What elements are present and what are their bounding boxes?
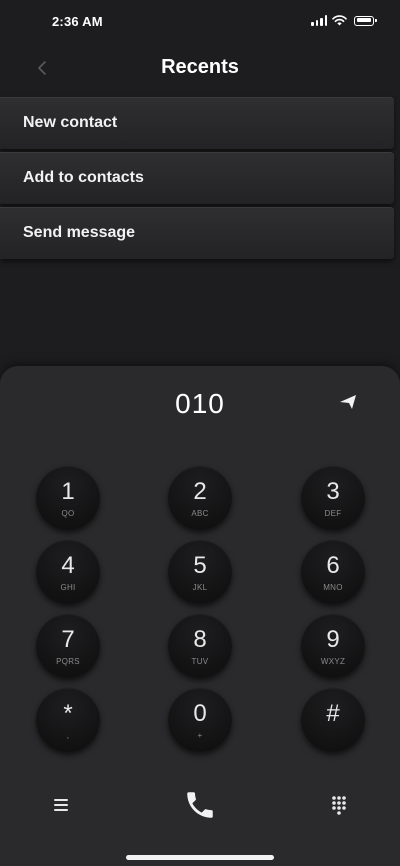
phone-icon <box>187 792 213 818</box>
key-letters: WXYZ <box>320 657 346 666</box>
key-letters: ABC <box>191 509 209 518</box>
key-1[interactable]: 1 QO <box>36 466 100 530</box>
key-digit: 4 <box>61 552 75 579</box>
key-letters: JKL <box>192 583 208 592</box>
key-letters: QO <box>61 509 75 518</box>
send-button[interactable] <box>336 390 360 414</box>
key-digit: 2 <box>193 478 207 505</box>
home-indicator[interactable] <box>126 855 274 860</box>
dialpad-toggle-button[interactable] <box>328 794 350 816</box>
key-digit: 3 <box>326 478 340 505</box>
wifi-icon <box>332 15 347 26</box>
key-9[interactable]: 9 WXYZ <box>301 614 365 678</box>
key-7[interactable]: 7 PQRS <box>36 614 100 678</box>
key-letters: DEF <box>324 509 342 518</box>
dialpad-grid-icon <box>332 796 346 815</box>
key-letters: + <box>197 731 203 740</box>
key-digit: 6 <box>326 552 340 579</box>
key-0[interactable]: 0 + <box>168 688 232 752</box>
new-contact-item[interactable]: New contact <box>0 97 394 149</box>
battery-icon <box>354 15 377 26</box>
key-digit: * <box>63 700 73 727</box>
key-letters: GHI <box>60 583 76 592</box>
send-message-item[interactable]: Send message <box>0 207 394 259</box>
key-digit: 9 <box>326 626 340 653</box>
key-letters: PQRS <box>56 657 80 666</box>
signal-icon <box>311 15 327 26</box>
status-icons <box>311 15 377 26</box>
key-digit: # <box>326 700 340 727</box>
key-digit: 5 <box>193 552 207 579</box>
key-6[interactable]: 6 MNO <box>301 540 365 604</box>
bottom-bar <box>0 780 400 830</box>
hamburger-menu-icon <box>54 799 68 811</box>
key-letters: TUV <box>191 657 209 666</box>
key-3[interactable]: 3 DEF <box>301 466 365 530</box>
menu-item-label: New contact <box>23 114 118 131</box>
key-digit: 1 <box>61 478 75 505</box>
status-time: 2:36 AM <box>52 14 103 29</box>
menu-item-label: Add to contacts <box>23 169 144 186</box>
key-letters: MNO <box>323 583 343 592</box>
menu-button[interactable] <box>50 794 72 816</box>
key-hash[interactable]: # <box>301 688 365 752</box>
send-arrow-icon <box>340 395 356 409</box>
status-bar: 2:36 AM <box>0 0 400 44</box>
key-digit: 8 <box>193 626 207 653</box>
key-star[interactable]: * , <box>36 688 100 752</box>
add-to-contacts-item[interactable]: Add to contacts <box>0 152 394 204</box>
phone-screen: 2:36 AM Recents New contact Add to conta… <box>0 0 400 866</box>
key-digit: 7 <box>61 626 75 653</box>
key-8[interactable]: 8 TUV <box>168 614 232 678</box>
page-title: Recents <box>161 56 239 78</box>
key-letters: , <box>66 731 70 740</box>
menu-item-label: Send message <box>23 224 136 241</box>
key-digit: 0 <box>193 700 207 727</box>
header: Recents <box>0 44 400 92</box>
key-2[interactable]: 2 ABC <box>168 466 232 530</box>
call-button[interactable] <box>183 788 217 822</box>
action-menu: New contact Add to contacts Send message <box>0 97 400 262</box>
key-4[interactable]: 4 GHI <box>36 540 100 604</box>
key-5[interactable]: 5 JKL <box>168 540 232 604</box>
